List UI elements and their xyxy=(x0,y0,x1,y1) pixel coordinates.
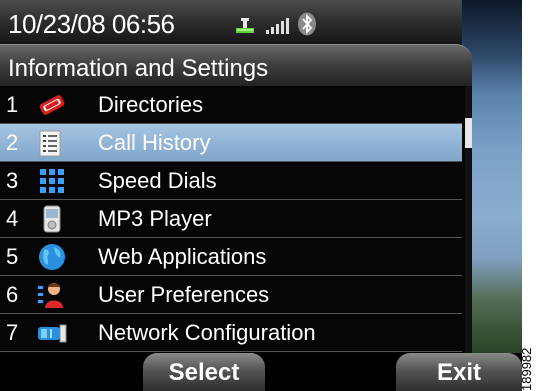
menu-item-user-preferences[interactable]: 6 User Preferences xyxy=(0,276,462,314)
menu-item-network-configuration[interactable]: 7 Network Configuration xyxy=(0,314,462,352)
menu-list: 1 Directories 2 Call History 3 Speed Dia… xyxy=(0,86,472,353)
web-applications-icon xyxy=(39,244,65,270)
menu-item-number: 6 xyxy=(6,282,19,307)
phone-screen: 10/23/08 06:56 Information and Settings … xyxy=(0,0,522,391)
user-preferences-icon xyxy=(38,283,63,308)
bluetooth-icon xyxy=(298,12,316,36)
status-bar: 10/23/08 06:56 xyxy=(0,0,462,44)
menu-item-label: Web Applications xyxy=(98,244,267,269)
signal-strength-icon xyxy=(266,18,289,34)
date-time: 10/23/08 06:56 xyxy=(8,9,175,39)
menu-item-label: Call History xyxy=(98,130,211,155)
exit-softkey[interactable]: Exit xyxy=(396,353,522,391)
menu-item-number: 1 xyxy=(6,92,19,117)
mp3-player-icon xyxy=(43,205,61,233)
menu-item-number: 3 xyxy=(6,168,19,193)
menu-item-label: MP3 Player xyxy=(98,206,212,231)
menu-item-call-history[interactable]: 2 Call History xyxy=(0,124,462,162)
phone-in-use-icon xyxy=(236,18,254,33)
menu-item-directories[interactable]: 1 Directories xyxy=(0,86,462,124)
menu-item-web-applications[interactable]: 5 Web Applications xyxy=(0,238,462,276)
title-bar: Information and Settings xyxy=(0,44,472,86)
directories-icon xyxy=(39,95,65,115)
call-history-icon xyxy=(39,130,61,157)
menu-item-label: Speed Dials xyxy=(98,168,217,193)
softkey-bar: Select Exit xyxy=(0,353,522,391)
scrollbar-thumb[interactable] xyxy=(465,118,472,148)
menu-item-number: 5 xyxy=(6,244,19,269)
page-title: Information and Settings xyxy=(8,55,269,82)
menu-item-speed-dials[interactable]: 3 Speed Dials xyxy=(0,162,462,200)
menu-item-label: User Preferences xyxy=(98,282,270,307)
speed-dials-icon xyxy=(40,169,64,193)
menu-item-label: Directories xyxy=(98,92,204,117)
menu-item-number: 7 xyxy=(6,320,19,345)
menu-item-mp3-player[interactable]: 4 MP3 Player xyxy=(0,200,462,238)
menu-item-label: Network Configuration xyxy=(98,320,316,345)
menu-item-number: 4 xyxy=(6,206,19,231)
network-configuration-icon xyxy=(38,324,67,343)
select-softkey[interactable]: Select xyxy=(143,353,265,391)
figure-id-label: 189982 xyxy=(519,347,534,391)
menu-item-number: 2 xyxy=(6,130,19,155)
